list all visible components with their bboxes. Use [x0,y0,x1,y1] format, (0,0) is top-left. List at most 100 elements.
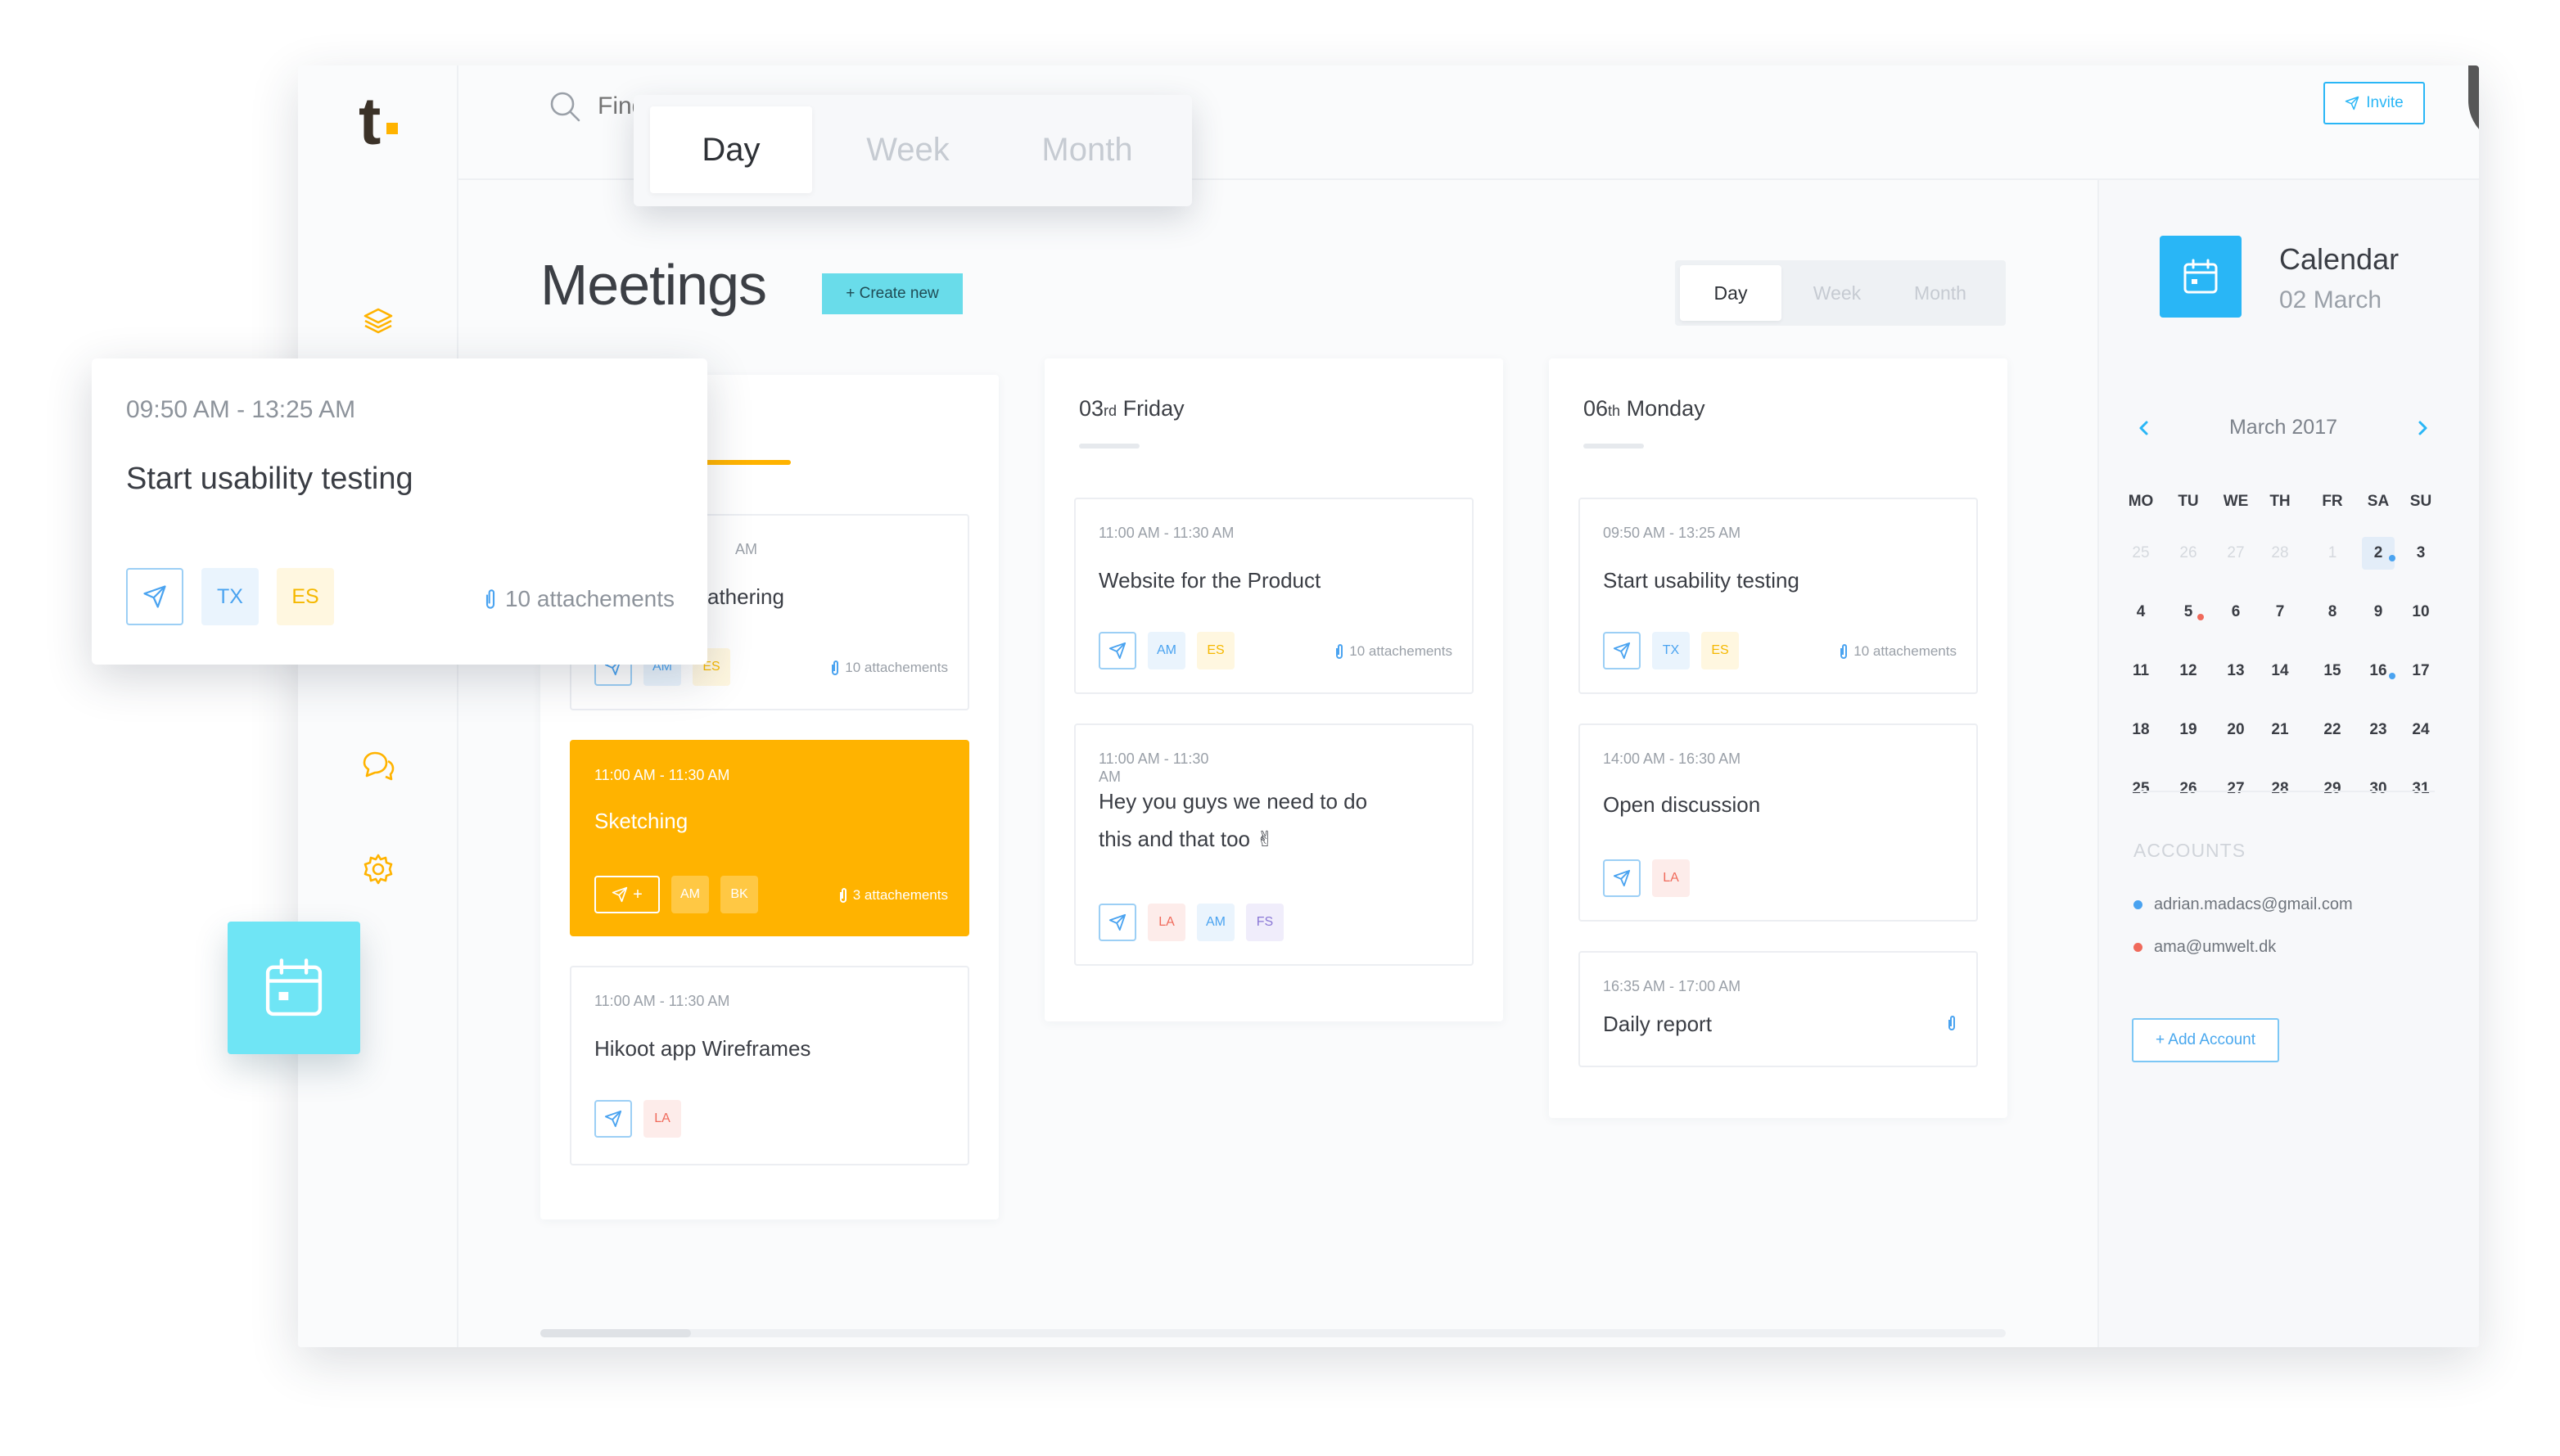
calendar-day[interactable]: 18 [2124,714,2157,746]
chevron-left-icon[interactable] [2132,416,2156,440]
popup-attachments[interactable]: 10 attachements [484,586,675,612]
paperclip-icon [1336,644,1343,659]
invite-button[interactable]: Invite [2323,82,2425,124]
calendar-day[interactable]: 11 [2124,655,2157,687]
tab-month[interactable]: Month [999,106,1176,193]
calendar-day[interactable]: 2 [2362,537,2395,570]
tab-week[interactable]: Week [1786,265,1888,321]
app-logo[interactable]: t [359,83,381,160]
calendar-day[interactable]: 21 [2264,714,2296,746]
meeting-card[interactable]: 09:50 AM - 13:25 AM Start usability test… [1578,498,1978,694]
calendar-day[interactable]: 5 [2172,596,2205,629]
scroll-thumb[interactable] [540,1329,691,1337]
participant-chip[interactable]: AM [1148,632,1185,669]
horizontal-scrollbar[interactable] [540,1329,2006,1337]
chat-icon[interactable] [360,746,396,782]
calendar-day[interactable]: 1 [2316,537,2349,570]
participant-chip[interactable]: TX [201,568,259,625]
attachments[interactable]: 10 attachements [1334,643,1452,660]
attachments[interactable]: 3 attachements [838,887,948,904]
calendar-day[interactable]: 10 [2404,596,2437,629]
calendar-day[interactable]: 3 [2404,537,2437,570]
calendar-day[interactable]: 4 [2124,596,2157,629]
participant-chip[interactable]: LA [643,1100,681,1138]
meeting-card[interactable]: 11:00 AM - 11:30 AM Website for the Prod… [1074,498,1474,694]
add-account-button[interactable]: + Add Account [2132,1018,2279,1062]
attachments[interactable]: 10 attachements [1839,643,1957,660]
send-button[interactable] [594,1100,632,1138]
calendar-day[interactable]: 12 [2172,655,2205,687]
gear-icon[interactable] [360,851,396,887]
meeting-card[interactable]: 14:00 AM - 16:30 AM Open discussion LA [1578,723,1978,922]
calendar-day[interactable]: 28 [2264,773,2296,805]
meeting-card[interactable]: 11:00 AM - 11:30 AM Hikoot app Wireframe… [570,966,969,1165]
tab-month[interactable]: Month [1890,265,1991,321]
calendar-day[interactable]: 16 [2362,655,2395,687]
calendar-title: Calendar [2279,242,2400,276]
participant-chip[interactable]: ES [1197,632,1235,669]
send-icon [1613,642,1631,660]
send-button[interactable] [1099,632,1136,669]
send-icon [612,886,628,903]
calendar-day[interactable]: 8 [2316,596,2349,629]
calendar-day[interactable]: 9 [2362,596,2395,629]
calendar-day[interactable]: 23 [2362,714,2395,746]
calendar-day[interactable]: 13 [2219,655,2252,687]
calendar-day[interactable]: 31 [2404,773,2437,805]
participant-chip[interactable]: ES [1701,632,1739,669]
calendar-day[interactable]: 22 [2316,714,2349,746]
calendar-day[interactable]: 6 [2219,596,2252,629]
participant-chip[interactable]: TX [1652,632,1690,669]
meeting-card[interactable]: 11:00 AM - 11:30 AM Hey you guys we need… [1074,723,1474,966]
calendar-tile[interactable] [2160,236,2242,318]
participant-chip[interactable]: AM [671,876,709,913]
calendar-day[interactable]: 20 [2219,714,2252,746]
calendar-day[interactable]: 29 [2316,773,2349,805]
meeting-title: athering [707,584,784,609]
calendar-day[interactable]: 17 [2404,655,2437,687]
user-avatar[interactable] [2468,65,2479,144]
send-button[interactable] [1099,904,1136,941]
account-item[interactable]: adrian.madacs@gmail.com [2133,895,2353,914]
participant-chip[interactable]: LA [1652,859,1690,897]
calendar-day[interactable]: 7 [2264,596,2296,629]
send-button[interactable] [126,568,183,625]
meeting-popup[interactable]: 09:50 AM - 13:25 AM Start usability test… [92,358,707,665]
column-indicator [1079,444,1140,449]
calendar-day[interactable]: 26 [2172,537,2205,570]
attachments[interactable]: 10 attachements [830,660,948,676]
calendar-day[interactable]: 19 [2172,714,2205,746]
calendar-day[interactable]: 27 [2219,537,2252,570]
participant-chip[interactable]: LA [1148,904,1185,941]
calendar-day[interactable]: 26 [2172,773,2205,805]
calendar-day[interactable]: 27 [2219,773,2252,805]
meeting-card[interactable]: 16:35 AM - 17:00 AM Daily report [1578,951,1978,1067]
tab-day[interactable]: Day [650,106,812,193]
send-button[interactable]: + [594,876,660,913]
create-new-button[interactable]: + Create new [822,273,963,314]
calendar-day[interactable]: 25 [2124,537,2157,570]
send-button[interactable] [1603,859,1641,897]
event-indicator-dot [2389,555,2395,561]
send-button[interactable] [1603,632,1641,669]
participant-chip[interactable]: ES [277,568,334,625]
sidebar: t [298,65,458,1347]
participant-chip[interactable]: AM [1197,904,1235,941]
calendar-day[interactable]: 30 [2362,773,2395,805]
participant-chip[interactable]: BK [720,876,758,913]
tab-week[interactable]: Week [824,106,992,193]
chevron-right-icon[interactable] [2410,416,2435,440]
calendar-day[interactable]: 24 [2404,714,2437,746]
attachments[interactable] [1947,1015,1957,1031]
calendar-day[interactable]: 28 [2264,537,2296,570]
account-item[interactable]: ama@umwelt.dk [2133,938,2276,957]
attachments-label: 10 attachements [1853,643,1957,659]
calendar-day[interactable]: 25 [2124,773,2157,805]
calendar-day[interactable]: 14 [2264,655,2296,687]
tab-day[interactable]: Day [1680,265,1781,321]
participant-chip[interactable]: FS [1246,904,1284,941]
floating-calendar-button[interactable] [228,922,360,1054]
calendar-day[interactable]: 15 [2316,655,2349,687]
layers-icon[interactable] [360,303,396,339]
meeting-card-highlighted[interactable]: 11:00 AM - 11:30 AM Sketching + AM BK 3 … [570,740,969,936]
